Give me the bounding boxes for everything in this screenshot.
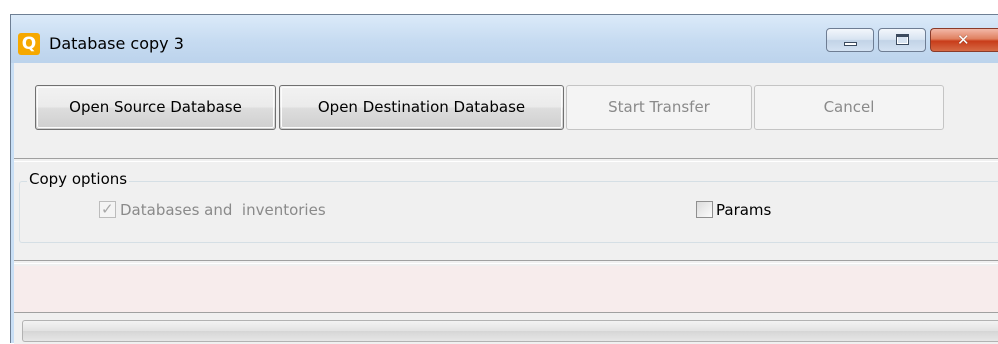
window-title: Database copy 3 — [49, 34, 184, 53]
app-logo-icon: Q — [18, 33, 40, 55]
maximize-icon — [896, 34, 909, 45]
toolbar-separator — [14, 158, 998, 162]
params-checkbox[interactable] — [696, 201, 713, 218]
databases-inventories-checkbox[interactable]: ✓ — [99, 200, 116, 218]
open-source-database-button[interactable]: Open Source Database — [35, 85, 276, 130]
close-button[interactable]: ✕ — [930, 28, 998, 52]
app-window: Q Database copy 3 ✕ Open Source Database… — [10, 14, 998, 344]
minimize-button[interactable] — [826, 28, 874, 52]
close-icon: ✕ — [957, 31, 970, 49]
checkmark-icon: ✓ — [101, 200, 114, 218]
client-area: Open Source Database Open Destination Da… — [14, 63, 998, 344]
copy-options-title: Copy options — [27, 168, 130, 190]
minimize-icon — [844, 42, 857, 46]
title-bar[interactable]: Q Database copy 3 ✕ — [11, 15, 998, 63]
open-destination-database-button[interactable]: Open Destination Database — [279, 85, 564, 130]
params-label[interactable]: Params — [716, 199, 771, 221]
log-area — [14, 266, 998, 313]
cancel-button[interactable]: Cancel — [754, 85, 944, 130]
maximize-button[interactable] — [878, 28, 926, 52]
progress-bar — [22, 320, 998, 342]
options-separator — [14, 260, 998, 264]
databases-inventories-label: Databases and inventories — [120, 201, 326, 219]
start-transfer-button[interactable]: Start Transfer — [566, 85, 752, 130]
